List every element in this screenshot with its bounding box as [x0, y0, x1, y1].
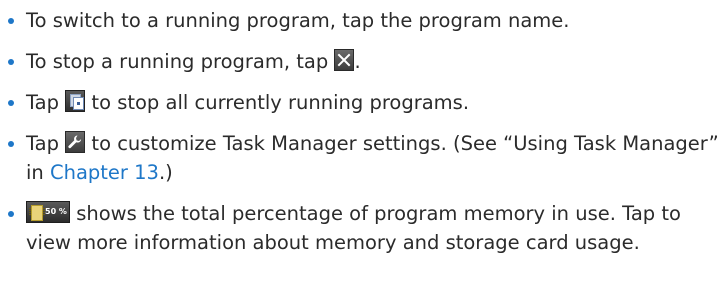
chapter-link[interactable]: Chapter 13 — [50, 161, 159, 184]
close-x-icon — [334, 49, 355, 71]
item-text: shows the total percentage of program me… — [26, 202, 681, 254]
stop-all-programs-icon — [65, 90, 86, 112]
item-text-after: .) — [158, 161, 173, 184]
list-item: To switch to a running program, tap the … — [0, 6, 724, 35]
memory-percent: 50 % — [45, 207, 67, 216]
list-item: Tap to customize Task Manager settings. … — [0, 129, 724, 187]
item-text-after: . — [354, 50, 361, 73]
settings-wrench-icon — [65, 131, 86, 153]
bullet-list: To switch to a running program, tap the … — [0, 0, 724, 269]
item-text: To stop a running program, tap — [26, 50, 329, 73]
bullet-dot — [8, 59, 14, 65]
list-item: 50 % shows the total percentage of progr… — [0, 199, 724, 257]
list-item: Tap to stop all currently running progra… — [0, 88, 724, 117]
item-text-before: Tap — [26, 132, 60, 155]
list-item: To stop a running program, tap . — [0, 47, 724, 76]
item-text: To switch to a running program, tap the … — [26, 9, 570, 32]
memory-usage-icon: 50 % — [26, 201, 70, 223]
bullet-dot — [8, 100, 14, 106]
bullet-dot — [8, 141, 14, 147]
memory-chip-icon — [29, 205, 45, 221]
bullet-dot — [8, 18, 14, 24]
item-text: to stop all currently running programs. — [91, 91, 470, 114]
item-text-before: Tap — [26, 91, 60, 114]
bullet-dot — [8, 211, 14, 217]
